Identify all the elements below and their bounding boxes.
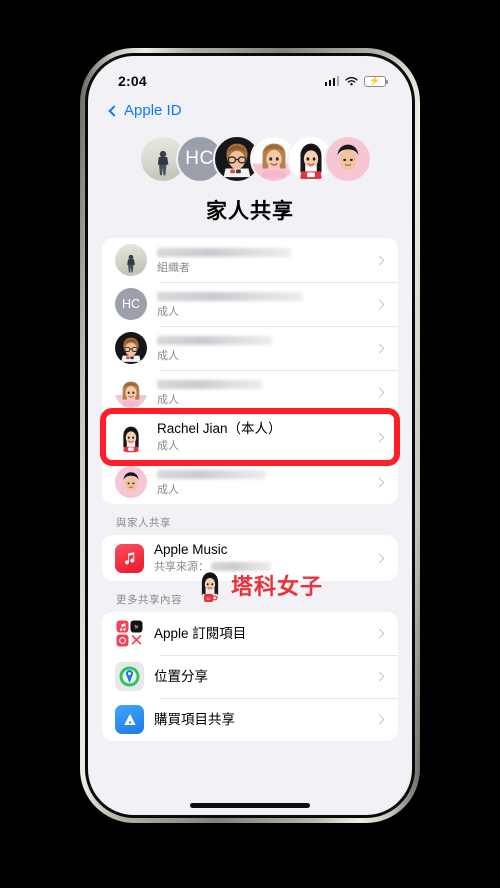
member-role: 成人 (157, 349, 179, 362)
memoji-avatar-rachel (115, 421, 147, 454)
memoji-mascot-icon: 3C (193, 567, 227, 603)
chevron-right-icon (374, 553, 385, 564)
chevron-left-icon (108, 104, 120, 117)
memoji-avatar-short-hair (115, 466, 147, 499)
memoji-avatar-short-hair (323, 135, 372, 183)
chevron-right-icon (374, 387, 385, 397)
cellular-bars-icon (324, 76, 339, 86)
shared-section-header: 與家人共享 (116, 517, 171, 530)
back-button[interactable]: Apple ID (88, 96, 412, 123)
phone-bezel: 2:04 ⚡ Apple ID HC 家人共享 組織者 HC 成人 成人 成人 … (85, 53, 415, 818)
chevron-right-icon (374, 671, 385, 682)
status-indicators: ⚡ (324, 75, 388, 87)
page-title: 家人共享 (206, 200, 294, 223)
member-info: Rachel Jian（本人） 成人 (157, 420, 366, 454)
member-role: 成人 (157, 440, 179, 453)
table-row[interactable]: 成人 (102, 460, 398, 504)
member-info: 成人 (157, 377, 366, 408)
list-item-location-sharing[interactable]: 位置分享 (102, 655, 398, 698)
family-avatar-row: HC (88, 135, 412, 183)
family-members-list: 組織者 HC 成人 成人 成人 Rachel Jian（本人） 成人 成人 (102, 238, 398, 505)
chevron-right-icon (374, 432, 385, 442)
item-label: Apple 訂閱項目 (154, 625, 247, 641)
more-shared-content-list: tv Apple 訂閱項目 位置分享 購買項目共享 (102, 612, 398, 742)
apple-subscriptions-icon: tv (115, 619, 144, 649)
member-role: 成人 (157, 305, 179, 318)
redacted-name (157, 335, 272, 345)
organizer-photo-avatar (115, 244, 147, 276)
member-name: Rachel Jian（本人） (157, 421, 282, 436)
item-label: 購買項目共享 (154, 711, 235, 727)
status-time: 2:04 (118, 73, 147, 89)
redacted-name (157, 247, 291, 257)
redacted-name (157, 291, 304, 301)
member-role: 組織者 (157, 261, 190, 274)
list-item-purchase-sharing[interactable]: 購買項目共享 (102, 698, 398, 741)
member-info: 組織者 (157, 245, 366, 276)
find-my-icon (115, 662, 144, 692)
memoji-avatar-glasses (115, 332, 147, 364)
table-row[interactable]: 成人 (102, 370, 398, 414)
table-row[interactable]: 成人 (102, 326, 398, 370)
chevron-right-icon (374, 299, 385, 309)
redacted-name (157, 379, 262, 389)
item-label: 位置分享 (154, 668, 208, 684)
chevron-right-icon (374, 714, 385, 725)
table-row[interactable]: HC 成人 (102, 282, 398, 326)
phone-screen: 2:04 ⚡ Apple ID HC 家人共享 組織者 HC 成人 成人 成人 … (88, 56, 412, 815)
list-item-apple-subscriptions[interactable]: tv Apple 訂閱項目 (102, 612, 398, 655)
wifi-icon (345, 76, 358, 85)
app-store-icon (115, 705, 144, 735)
member-info: 成人 (157, 289, 366, 320)
member-info: 成人 (157, 333, 366, 364)
watermark-text: 塔科女子 (231, 575, 324, 601)
avatar-initials: HC (121, 297, 141, 311)
redacted-name (157, 469, 266, 479)
home-indicator[interactable] (190, 803, 310, 808)
chevron-right-icon (374, 477, 385, 488)
back-button-label: Apple ID (124, 102, 182, 119)
apple-music-icon (115, 543, 144, 573)
member-info: 成人 (157, 467, 366, 498)
chevron-right-icon (374, 255, 385, 265)
phone-frame: 2:04 ⚡ Apple ID HC 家人共享 組織者 HC 成人 成人 成人 … (80, 48, 420, 823)
svg-text:tv: tv (135, 625, 139, 631)
initials-avatar-hc: HC (115, 288, 147, 320)
chevron-right-icon (374, 343, 385, 353)
battery-charging-icon: ⚡ (364, 75, 388, 87)
memoji-avatar-long-hair (115, 376, 147, 408)
status-bar: 2:04 ⚡ (88, 56, 412, 96)
chevron-right-icon (374, 628, 385, 639)
table-row-rachel-jian[interactable]: Rachel Jian（本人） 成人 (102, 414, 398, 460)
table-row[interactable]: 組織者 (102, 238, 398, 282)
item-label: Apple Music (154, 542, 228, 558)
member-role: 成人 (157, 393, 179, 406)
watermark: 3C 塔科女子 (193, 567, 323, 603)
svg-text:3C: 3C (206, 597, 211, 601)
avatar-initials: HC (185, 148, 214, 169)
member-role: 成人 (157, 483, 179, 496)
